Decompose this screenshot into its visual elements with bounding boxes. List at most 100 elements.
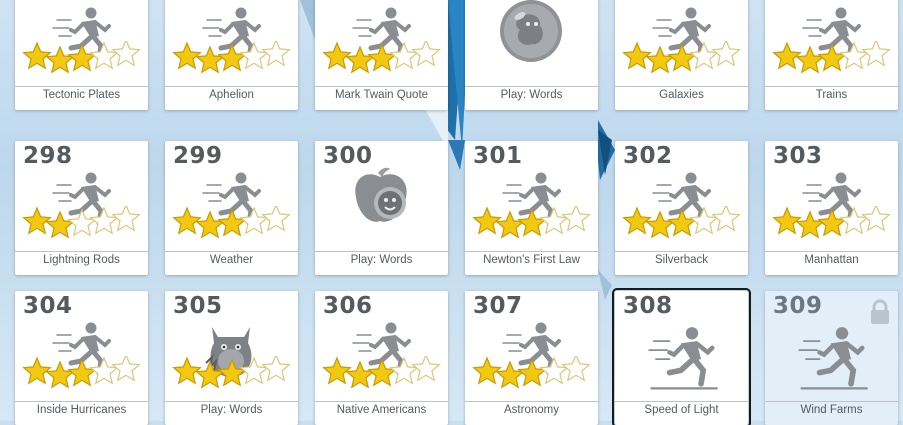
star-filled-icon [345,45,375,74]
level-title: Manhattan [804,254,859,266]
star-rating [772,203,892,240]
star-filled-icon [495,210,525,239]
star-filled-icon [195,45,225,74]
level-card-301[interactable]: 301 Newton's First Law [465,141,598,275]
star-rating [472,203,592,240]
star-empty-icon [389,356,419,385]
level-card-296[interactable]: 296 Galaxies [615,0,748,110]
level-card-304[interactable]: 304 Inside Hurricanes [15,291,148,425]
star-filled-icon [45,45,75,74]
level-number: 296 [623,0,673,4]
level-card-309: 309 Wind Farms [765,291,898,425]
card-divider [165,401,298,402]
star-filled-icon [22,356,52,385]
star-filled-icon [322,41,352,70]
star-filled-icon [367,43,397,72]
star-filled-icon [217,208,247,237]
star-empty-icon [861,203,891,232]
level-title: Astronomy [504,404,559,416]
star-filled-icon [817,208,847,237]
level-card-299[interactable]: 299 Weather [165,141,298,275]
level-title: Trains [815,89,848,101]
level-title: Mark Twain Quote [334,89,429,101]
star-rating [172,38,292,75]
star-rating [472,353,592,390]
star-filled-icon [195,210,225,239]
level-number: 303 [773,143,823,169]
level-number: 309 [773,293,823,319]
star-filled-icon [45,360,75,389]
level-number: 299 [173,143,223,169]
star-empty-icon [561,203,591,232]
star-empty-icon [67,208,97,237]
level-number: 293 [173,0,223,4]
level-card-308[interactable]: 308 Speed of Light [612,288,751,425]
bubble-creature-icon [498,0,564,64]
star-empty-icon [261,38,291,67]
star-empty-icon [711,38,741,67]
star-empty-icon [89,206,119,235]
level-number: 307 [473,293,523,319]
star-filled-icon [772,206,802,235]
level-card-295[interactable]: 295 Play: Words [465,0,598,110]
level-grid: 292 Tectonic Plates293 Aphelion294 [0,0,903,425]
apple-creature-icon [348,163,414,229]
level-card-294[interactable]: 294 Mark Twain Quote [315,0,448,110]
star-empty-icon [839,206,869,235]
runner-icon [647,325,719,391]
card-divider [615,401,748,402]
star-rating [622,203,742,240]
level-card-306[interactable]: 306 Native Americans [315,291,448,425]
star-filled-icon [172,206,202,235]
star-filled-icon [645,45,675,74]
star-empty-icon [561,353,591,382]
level-card-305[interactable]: 305 Play: Words [165,291,298,425]
star-empty-icon [411,353,441,382]
star-filled-icon [172,356,202,385]
star-filled-icon [795,45,825,74]
star-filled-icon [195,360,225,389]
level-card-298[interactable]: 298 Lightning Rods [15,141,148,275]
star-empty-icon [711,203,741,232]
card-divider [615,86,748,87]
level-card-300[interactable]: 300 Play: Words [315,141,448,275]
level-number: 298 [23,143,73,169]
level-number: 294 [323,0,373,4]
card-divider [765,401,898,402]
star-rating [22,203,142,240]
level-card-302[interactable]: 302 Silverback [615,141,748,275]
card-divider [165,86,298,87]
card-divider [765,86,898,87]
star-empty-icon [89,41,119,70]
level-number: 306 [323,293,373,319]
level-card-292[interactable]: 292 Tectonic Plates [15,0,148,110]
star-empty-icon [239,356,269,385]
level-title: Aphelion [209,89,254,101]
star-filled-icon [172,41,202,70]
level-title: Weather [209,254,254,266]
star-filled-icon [217,358,247,387]
star-filled-icon [45,210,75,239]
star-filled-icon [817,43,847,72]
star-rating [172,353,292,390]
level-card-307[interactable]: 307 Astronomy [465,291,598,425]
level-number: 301 [473,143,523,169]
star-rating [322,38,442,75]
level-title: Galaxies [659,89,704,101]
star-empty-icon [689,206,719,235]
lock-icon [869,299,891,325]
star-rating [22,353,142,390]
level-card-293[interactable]: 293 Aphelion [165,0,298,110]
star-filled-icon [217,43,247,72]
star-filled-icon [517,358,547,387]
star-empty-icon [839,41,869,70]
level-card-303[interactable]: 303 Manhattan [765,141,898,275]
star-filled-icon [472,206,502,235]
star-filled-icon [772,41,802,70]
level-title: Lightning Rods [43,254,120,266]
card-divider [15,251,148,252]
level-title: Inside Hurricanes [36,404,127,416]
level-card-297[interactable]: 297 Trains [765,0,898,110]
level-number: 297 [773,0,823,4]
level-number: 308 [623,293,673,319]
